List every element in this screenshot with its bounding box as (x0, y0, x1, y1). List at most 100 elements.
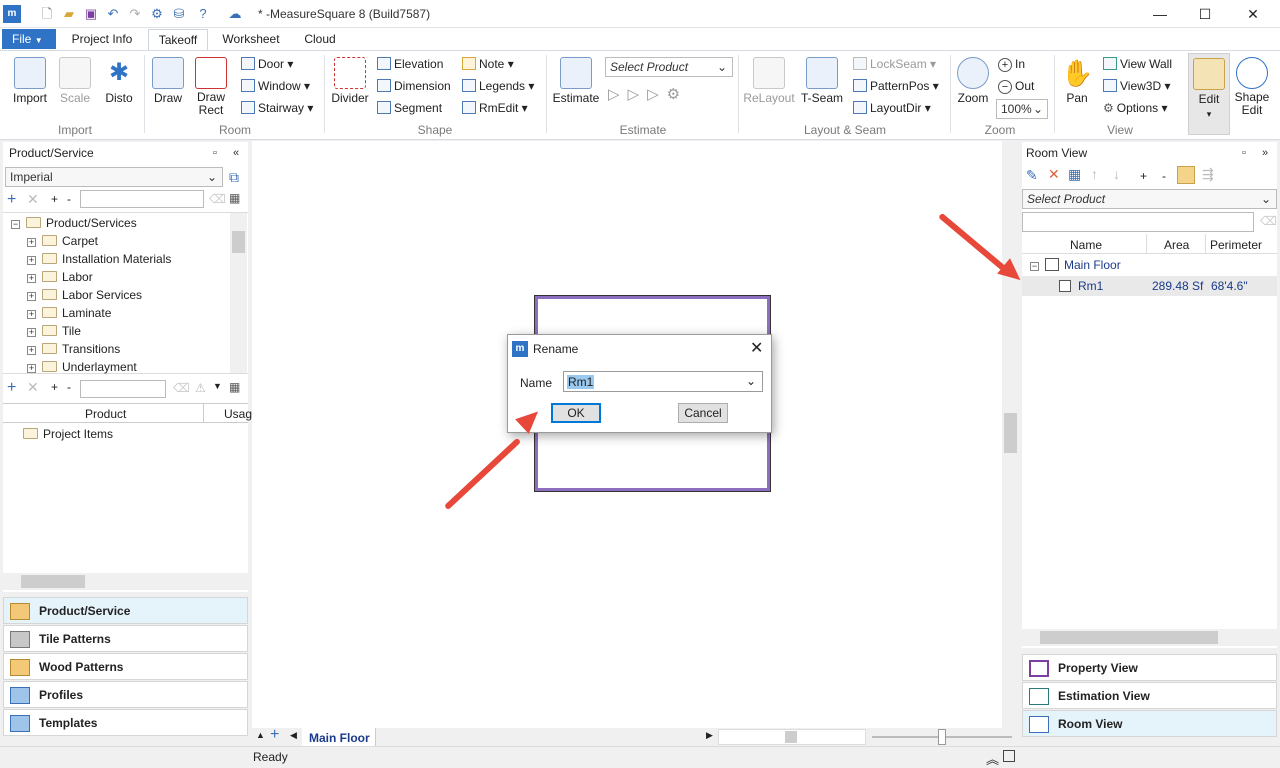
product-search-input[interactable] (80, 190, 204, 208)
project-items-row[interactable]: Project Items (23, 425, 113, 443)
col-product[interactable]: Product (85, 407, 126, 421)
undo-icon[interactable]: ↶ (104, 5, 122, 23)
nav-wood-patterns[interactable]: Wood Patterns (3, 653, 248, 680)
expand-icon[interactable]: + (27, 256, 36, 265)
nav-templates[interactable]: Templates (3, 709, 248, 736)
col-name[interactable]: Name (1070, 238, 1102, 252)
tree-item-labor-services[interactable]: + Labor Services (27, 286, 142, 304)
room-search-input[interactable] (1022, 212, 1254, 232)
options-button[interactable]: ⚙ Options ▾ (1103, 101, 1167, 115)
nav-tile-patterns[interactable]: Tile Patterns (3, 625, 248, 652)
room-select-product-combo[interactable]: Select Product ⌄ (1022, 189, 1277, 209)
room-row-rm1[interactable]: Rm1 289.48 Sf 68'4.6" (1022, 276, 1277, 296)
expand-icon[interactable]: + (27, 364, 36, 373)
scroll-right-icon[interactable]: ▶ (706, 730, 713, 741)
tree-item-tile[interactable]: + Tile (27, 322, 81, 340)
door-button[interactable]: Door ▾ (241, 57, 293, 71)
collapse-items-icon[interactable]: - (67, 380, 71, 394)
tree-item-labor[interactable]: + Labor (27, 268, 93, 286)
col-perimeter[interactable]: Perimeter (1210, 238, 1262, 252)
expand-icon[interactable]: + (27, 238, 36, 247)
float-panel-icon[interactable]: ▫ (1242, 147, 1246, 159)
expand-icon[interactable]: + (27, 328, 36, 337)
note-button[interactable]: Note ▾ (462, 57, 514, 71)
tree-scrollbar[interactable] (230, 213, 247, 373)
nav-product-service[interactable]: Product/Service (3, 597, 248, 624)
canvas-vertical-scrollbar[interactable] (1002, 141, 1019, 728)
scrollbar-thumb[interactable] (1004, 413, 1017, 453)
col-area[interactable]: Area (1164, 238, 1189, 252)
import-button[interactable]: Import (8, 57, 52, 105)
estimate-button[interactable]: Estimate (550, 57, 602, 105)
project-item-search-input[interactable] (80, 380, 166, 398)
maximize-button[interactable]: ☐ (1190, 4, 1220, 24)
patternpos-button[interactable]: PatternPos ▾ (853, 79, 939, 93)
scrollbar-thumb[interactable] (232, 231, 245, 253)
rooms-grid-icon[interactable]: ▦ (1068, 166, 1081, 183)
room-list-icon[interactable] (1177, 166, 1195, 184)
select-product-combo[interactable]: Select Product ⌄ (605, 57, 733, 77)
scale-button[interactable]: Scale (54, 57, 96, 105)
collapse-icon[interactable]: − (1030, 262, 1039, 271)
floor-tab-main-floor[interactable]: Main Floor (302, 728, 376, 746)
zoom-in-button[interactable]: + In (998, 57, 1025, 72)
cloud-icon[interactable]: ☁ (226, 5, 244, 23)
unit-combo[interactable]: Imperial ⌄ (5, 167, 223, 187)
view-wall-button[interactable]: View Wall (1103, 57, 1172, 71)
scrollbar-thumb[interactable] (21, 575, 85, 588)
grid-icon[interactable]: ▦ (229, 191, 240, 205)
clear-search-icon[interactable]: ⌫ (1260, 214, 1277, 228)
canvas-horizontal-scrollbar[interactable] (718, 729, 866, 745)
collapse-icon[interactable]: − (11, 220, 20, 229)
col-usage[interactable]: Usag (224, 407, 252, 421)
horizontal-scrollbar[interactable] (3, 573, 248, 590)
close-window-button[interactable]: ✕ (1238, 4, 1268, 24)
expand-up-icon[interactable]: ︽ (986, 749, 999, 768)
name-input[interactable]: Rm1 ⌄ (563, 371, 763, 392)
horizontal-scrollbar[interactable] (1022, 629, 1277, 646)
settings-gear-icon[interactable]: ⚙ (148, 5, 166, 23)
float-panel-icon[interactable]: ▫ (213, 147, 217, 159)
draw-button[interactable]: Draw (148, 57, 188, 105)
relayout-button[interactable]: ReLayout (742, 57, 796, 105)
expand-icon[interactable]: + (27, 346, 36, 355)
scroll-up-icon[interactable]: ▲ (256, 730, 265, 740)
close-icon[interactable]: ✕ (750, 338, 763, 358)
scrollbar-thumb[interactable] (785, 731, 797, 743)
tree-item-transitions[interactable]: + Transitions (27, 340, 120, 358)
tab-worksheet[interactable]: Worksheet (216, 29, 286, 50)
edit-button[interactable]: Edit ▾ (1188, 53, 1230, 135)
tree-item-carpet[interactable]: + Carpet (27, 232, 98, 250)
disto-button[interactable]: ✱ Disto (98, 57, 140, 105)
window-button[interactable]: Window ▾ (241, 79, 310, 93)
zoom-level-combo[interactable]: 100% ⌄ (996, 99, 1048, 119)
save-icon[interactable]: ▣ (82, 5, 100, 23)
pan-button[interactable]: ✋ Pan (1058, 57, 1096, 105)
scrollbar-thumb[interactable] (1040, 631, 1218, 644)
expand-panel-icon[interactable]: » (1262, 147, 1268, 159)
warning-icon[interactable]: ⚠ (195, 381, 206, 395)
draw-rect-button[interactable]: Draw Rect (190, 57, 232, 117)
delete-item-icon[interactable]: ✕ (27, 379, 39, 396)
collapse-all-icon[interactable]: - (67, 192, 71, 206)
lockseam-button[interactable]: LockSeam ▾ (853, 57, 936, 71)
nav-profiles[interactable]: Profiles (3, 681, 248, 708)
collapse-panel-icon[interactable]: « (233, 147, 239, 159)
nav-room-view[interactable]: Room View (1022, 710, 1277, 737)
scroll-left-icon[interactable]: ◀ (290, 730, 297, 741)
floor-row-main-floor[interactable]: − Main Floor (1030, 255, 1121, 275)
expand-icon[interactable]: + (27, 274, 36, 283)
nav-property-view[interactable]: Property View (1022, 654, 1277, 681)
merge-icon[interactable]: ⇶ (1202, 166, 1214, 183)
open-folder-icon[interactable]: ▰ (60, 5, 78, 23)
view3d-button[interactable]: View3D ▾ (1103, 79, 1171, 93)
elevation-button[interactable]: Elevation (377, 57, 443, 71)
delete-icon[interactable]: ✕ (27, 191, 39, 208)
shape-edit-button[interactable]: Shape Edit (1232, 57, 1272, 117)
zoom-out-button[interactable]: − Out (998, 79, 1034, 94)
layoutdir-button[interactable]: LayoutDir ▾ (853, 101, 931, 115)
segment-button[interactable]: Segment (377, 101, 442, 115)
expand-icon[interactable]: + (27, 310, 36, 319)
redo-icon[interactable]: ↷ (126, 5, 144, 23)
collapse-all-icon[interactable]: - (1162, 169, 1166, 183)
